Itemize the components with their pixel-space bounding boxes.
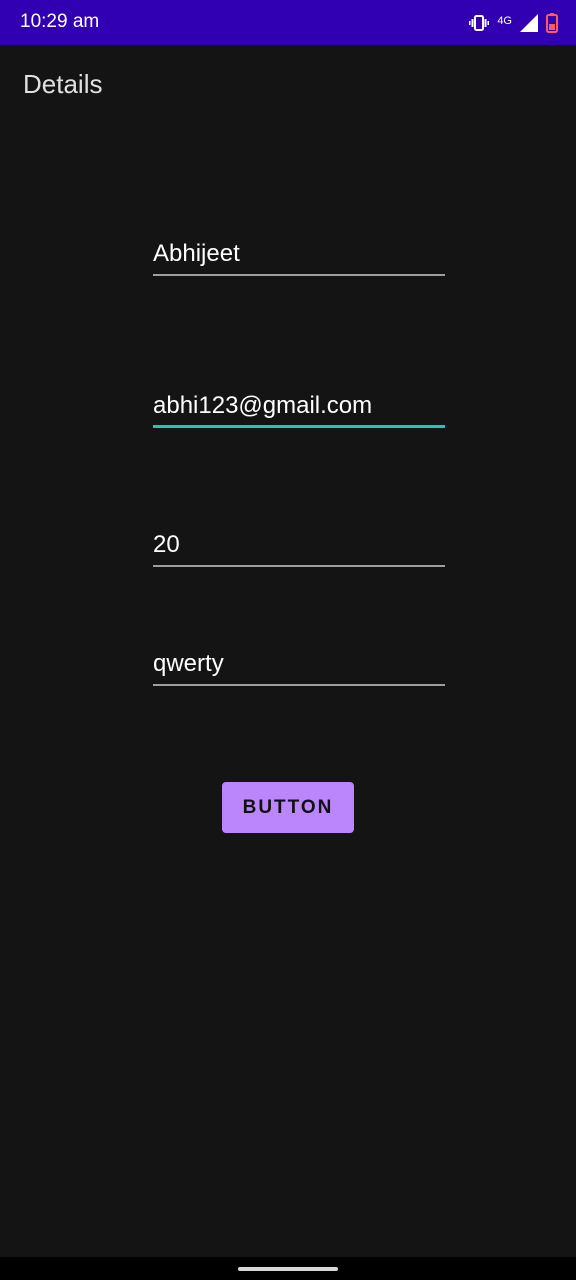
- password-field-value: qwerty: [153, 650, 224, 677]
- age-field[interactable]: 20: [153, 527, 445, 567]
- submit-button[interactable]: BUTTON: [222, 782, 354, 833]
- navigation-bar: [0, 1257, 576, 1280]
- battery-icon: [546, 13, 558, 33]
- vibrate-icon: [469, 15, 490, 31]
- password-field[interactable]: qwerty: [153, 646, 445, 686]
- name-field[interactable]: Abhijeet: [153, 236, 445, 276]
- name-field-value: Abhijeet: [153, 240, 240, 267]
- password-field-underline: [153, 684, 445, 686]
- signal-icon: [520, 14, 538, 32]
- name-field-underline: [153, 274, 445, 276]
- page-title: Details: [23, 69, 103, 99]
- email-field-underline: [153, 425, 445, 428]
- status-icons: 4G: [469, 10, 558, 36]
- network-label: 4G: [497, 15, 512, 27]
- screen: 10:29 am 4G Details Abhijeet abhi123@gma…: [0, 0, 576, 1280]
- status-time: 10:29 am: [20, 11, 100, 32]
- email-field-value: abhi123@gmail.com: [153, 392, 373, 419]
- network-4g-icon: 4G: [497, 14, 512, 32]
- home-gesture-handle[interactable]: [238, 1267, 338, 1271]
- email-field[interactable]: abhi123@gmail.com: [153, 388, 445, 428]
- age-field-underline: [153, 565, 445, 567]
- age-field-value: 20: [153, 531, 180, 558]
- status-bar: 10:29 am 4G: [0, 0, 576, 45]
